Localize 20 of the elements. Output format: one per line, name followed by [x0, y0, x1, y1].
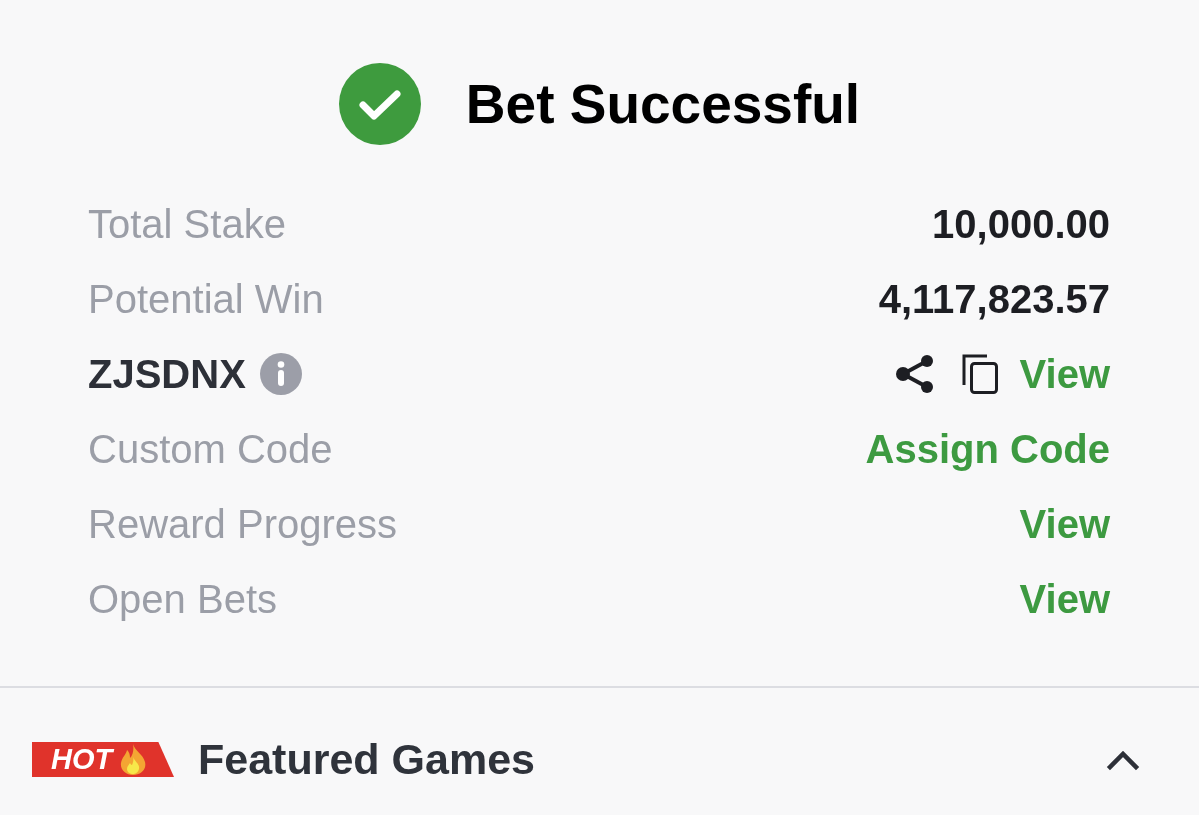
row-label: Total Stake: [88, 203, 286, 244]
row-value: 10,000.00: [932, 203, 1110, 244]
success-check-icon: [338, 63, 421, 145]
copy-icon[interactable]: [961, 353, 999, 394]
info-icon[interactable]: [259, 352, 302, 395]
row-label: Potential Win: [88, 278, 324, 319]
row-label: Open Bets: [88, 578, 277, 619]
row-label: Reward Progress: [88, 503, 397, 544]
row-value: 4,117,823.57: [878, 278, 1110, 319]
text-link[interactable]: View: [1019, 353, 1110, 394]
share-icon[interactable]: [894, 353, 935, 394]
text-link[interactable]: View: [1019, 578, 1110, 619]
text-link[interactable]: View: [1019, 503, 1110, 544]
section-title: Featured Games: [198, 738, 535, 781]
text-link[interactable]: Assign Code: [865, 428, 1110, 469]
chevron-icon[interactable]: [1106, 748, 1140, 771]
bet-code: ZJSDNX: [88, 353, 246, 394]
row-label: Custom Code: [88, 428, 333, 469]
tag-text: HOT: [51, 742, 113, 777]
status-title: Bet Successful: [465, 72, 861, 137]
